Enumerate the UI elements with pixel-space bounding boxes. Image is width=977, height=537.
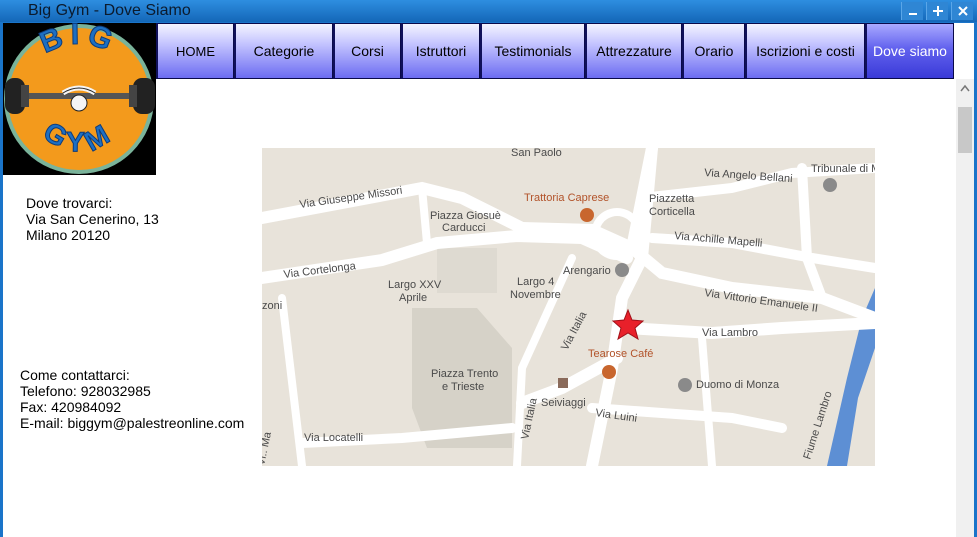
map-label-arengario: Arengario: [563, 265, 611, 277]
minimize-icon: [908, 13, 917, 15]
contact-heading: Come contattarci:: [20, 367, 130, 383]
scroll-thumb[interactable]: [958, 107, 972, 153]
map-label-tribunale: Tribunale di M: [811, 163, 875, 175]
nav-testimonials[interactable]: Testimonials: [480, 23, 585, 79]
map-label-carducci-1: Piazza Giosuè: [430, 210, 501, 222]
address-block: Dove trovarci: Via San Cenerino, 13 Mila…: [26, 195, 159, 243]
nav-dove-siamo-label: Dove siamo: [873, 43, 947, 59]
nav-corsi[interactable]: Corsi: [333, 23, 401, 79]
chevron-up-icon: [960, 84, 970, 92]
map-label-tearose: Tearose Café: [588, 348, 653, 360]
contact-block: Come contattarci: Telefono: 928032985 Fa…: [20, 367, 244, 431]
nav-iscrizioni-label: Iscrizioni e costi: [756, 43, 855, 59]
nav-home[interactable]: HOME: [156, 23, 234, 79]
restaurant-icon[interactable]: [580, 208, 594, 222]
nav-orario[interactable]: Orario: [682, 23, 745, 79]
map-label-trattoria: Trattoria Caprese: [524, 192, 609, 204]
nav-dove-siamo[interactable]: Dove siamo: [865, 23, 954, 79]
map-label-san-paolo: San Paolo: [511, 148, 562, 159]
museum-icon[interactable]: [823, 178, 837, 192]
nav-home-label: HOME: [176, 43, 215, 59]
big-gym-logo[interactable]: BIG GYM: [3, 23, 156, 175]
nav-categorie[interactable]: Categorie: [234, 23, 333, 79]
window-title: Big Gym - Dove Siamo: [28, 2, 191, 19]
scroll-up-button[interactable]: [956, 79, 974, 97]
location-map[interactable]: San Paolo Via Angelo Bellani Tribunale d…: [262, 148, 875, 466]
camera-icon[interactable]: [615, 263, 629, 277]
nav-corsi-label: Corsi: [351, 43, 384, 59]
maximize-icon: [932, 6, 943, 16]
nav-istruttori-label: Istruttori: [415, 43, 467, 59]
address-city: Milano 20120: [26, 227, 111, 243]
map-label-largo4-1: Largo 4: [517, 276, 554, 288]
app-window: Big Gym - Dove Siamo BIG GYM HOME Catego…: [0, 0, 977, 537]
address-heading: Dove trovarci:: [26, 195, 113, 211]
contact-email[interactable]: E-mail: biggym@palestreonline.com: [20, 415, 244, 431]
nav-orario-label: Orario: [694, 43, 734, 59]
map-label-largo4-2: Novembre: [510, 289, 561, 301]
close-button[interactable]: [951, 2, 973, 20]
main-nav: HOME Categorie Corsi Istruttori Testimon…: [156, 23, 954, 79]
contact-fax: Fax: 420984092: [20, 399, 122, 415]
map-label-via-lambro: Via Lambro: [702, 327, 758, 339]
nav-testimonials-label: Testimonials: [494, 43, 572, 59]
minimize-button[interactable]: [901, 2, 923, 20]
nav-attrezzature-label: Attrezzature: [596, 43, 672, 59]
map-label-locatelli: Via Locatelli: [304, 432, 363, 444]
address-street: Via San Cenerino, 13: [26, 211, 159, 227]
cafe-icon[interactable]: [602, 365, 616, 379]
vertical-scrollbar[interactable]: [956, 79, 974, 537]
nav-attrezzature[interactable]: Attrezzature: [585, 23, 682, 79]
maximize-button[interactable]: [926, 2, 948, 20]
contact-phone: Telefono: 928032985: [20, 383, 151, 399]
nav-istruttori[interactable]: Istruttori: [401, 23, 480, 79]
map-label-duomo: Duomo di Monza: [696, 379, 780, 391]
map-label-largo25-2: Aprile: [399, 292, 427, 304]
map-label-zoni: zoni: [262, 300, 282, 312]
title-bar[interactable]: Big Gym - Dove Siamo: [0, 0, 977, 22]
page-content: BIG GYM HOME Categorie Corsi Istruttori …: [3, 23, 974, 537]
nav-iscrizioni[interactable]: Iscrizioni e costi: [745, 23, 865, 79]
map-label-trento-1: Piazza Trento: [431, 368, 498, 380]
map-graphic: San Paolo Via Angelo Bellani Tribunale d…: [262, 148, 875, 466]
church-icon[interactable]: [678, 378, 692, 392]
shop-icon[interactable]: [558, 378, 568, 388]
map-label-seiviaggi: Seiviaggi: [541, 397, 586, 409]
logo-graphic: BIG GYM: [3, 23, 156, 175]
nav-categorie-label: Categorie: [253, 43, 315, 59]
map-label-corticella-1: Piazzetta: [649, 193, 695, 205]
map-label-corticella-2: Corticella: [649, 206, 696, 218]
map-label-largo25-1: Largo XXV: [388, 279, 442, 291]
map-label-carducci-2: Carducci: [442, 222, 485, 234]
close-icon: [957, 6, 968, 16]
map-label-trento-2: e Trieste: [442, 381, 484, 393]
